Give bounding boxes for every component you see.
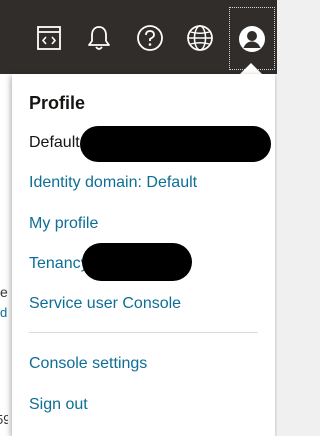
sign-out-link[interactable]: Sign out: [29, 396, 88, 414]
profile-dropdown-menu: Profile Default Identity domain: Default…: [12, 74, 275, 436]
globe-icon: [187, 25, 213, 51]
background-link-fragment[interactable]: d: [0, 305, 12, 320]
code-editor-icon: [37, 26, 61, 50]
background-text-fragment: e: [0, 284, 8, 300]
user-profile-icon: [239, 25, 265, 52]
redacted-username: [80, 126, 271, 162]
redacted-tenancy-name: [82, 243, 192, 281]
top-navigation-bar: [0, 0, 277, 74]
background-number-fragment: 59: [0, 412, 8, 427]
console-settings-link[interactable]: Console settings: [29, 355, 147, 373]
help-button[interactable]: [128, 10, 172, 66]
partial-menu-icon[interactable]: [0, 10, 8, 66]
my-profile-link[interactable]: My profile: [29, 215, 98, 233]
profile-menu-title: Profile: [29, 93, 86, 113]
service-user-console-link[interactable]: Service user Console: [29, 295, 181, 313]
bell-icon: [88, 26, 110, 50]
identity-domain-link[interactable]: Identity domain: Default: [29, 174, 197, 192]
profile-username-label: Default: [29, 134, 80, 151]
profile-button[interactable]: [229, 7, 275, 70]
code-editor-button[interactable]: [27, 10, 71, 66]
help-icon: [137, 25, 163, 51]
menu-divider: [29, 332, 258, 333]
notifications-button[interactable]: [77, 10, 121, 66]
background-page-strip: [0, 74, 12, 436]
tenancy-link[interactable]: Tenancy: [29, 255, 89, 273]
console-page: e d 59 Profile Default Identity domain: …: [0, 0, 277, 436]
language-button[interactable]: [178, 10, 222, 66]
